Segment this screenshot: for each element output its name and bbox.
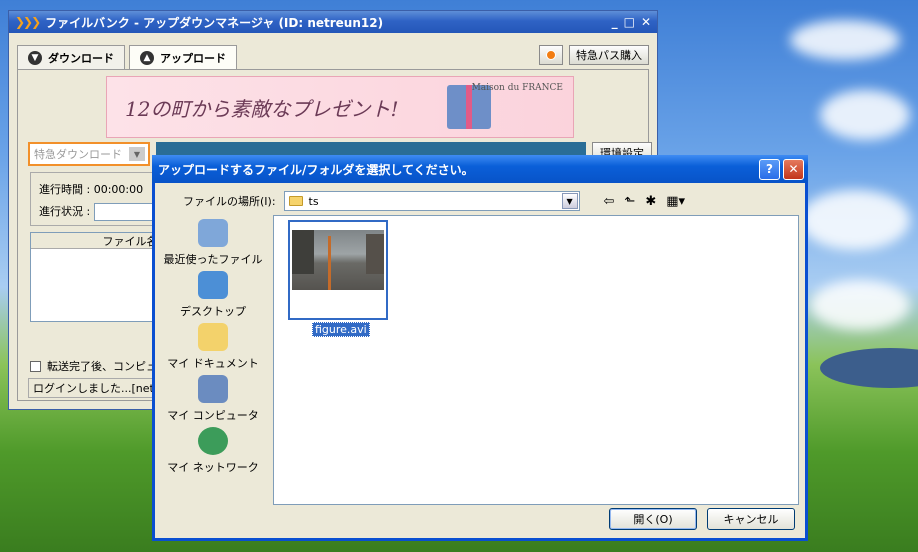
after-transfer-checkbox[interactable] <box>30 360 41 372</box>
file-name-label[interactable]: figure.avi <box>312 322 370 337</box>
ad-banner[interactable]: 12の町から素敵なプレゼント! Maison du FRANCE <box>106 76 574 138</box>
status-label: 進行状況 : <box>39 205 91 218</box>
up-folder-icon[interactable]: ⬑ <box>624 194 635 209</box>
place-network[interactable]: マイ ネットワーク <box>163 423 263 475</box>
location-label: ファイルの場所(I): <box>183 195 276 208</box>
tab-upload[interactable]: ▲ アップロード <box>129 45 237 69</box>
file-open-dialog: アップロードするファイル/フォルダを選択してください。 ? ✕ ファイルの場所(… <box>152 155 808 541</box>
banner-text: 12の町から素敵なプレゼント! <box>125 96 399 121</box>
place-computer[interactable]: マイ コンピュータ <box>163 371 263 423</box>
place-desktop-label: デスクトップ <box>180 305 246 318</box>
dialog-close-button[interactable]: ✕ <box>783 158 804 180</box>
recent-files-icon <box>198 219 228 247</box>
express-pass-button[interactable]: 特急パス購入 <box>569 45 649 65</box>
maximize-icon[interactable]: □ <box>624 15 635 29</box>
place-documents-label: マイ ドキュメント <box>167 357 259 370</box>
app-logo-icon: ❯❯❯ <box>15 15 41 29</box>
place-documents[interactable]: マイ ドキュメント <box>163 319 263 371</box>
after-transfer-label: 転送完了後、コンピュー <box>47 360 168 373</box>
cloud <box>810 280 910 330</box>
open-button[interactable]: 開く(O) <box>609 508 697 530</box>
distant-hill <box>820 348 918 388</box>
desktop-icon <box>198 271 228 299</box>
my-network-icon <box>198 427 228 455</box>
place-network-label: マイ ネットワーク <box>167 461 259 474</box>
orange-status-button[interactable] <box>539 45 563 65</box>
up-arrow-icon: ▲ <box>140 50 154 65</box>
dialog-title: アップロードするファイル/フォルダを選択してください。 <box>158 162 474 177</box>
back-icon[interactable]: ⇦ <box>604 194 615 209</box>
elapsed-label: 進行時間 : <box>39 183 91 196</box>
chevron-down-icon[interactable]: ▼ <box>129 147 145 161</box>
chevron-down-icon[interactable]: ▼ <box>561 193 578 209</box>
location-value: ts <box>308 194 319 208</box>
places-bar: 最近使ったファイル デスクトップ マイ ドキュメント マイ コンピュータ マイ … <box>163 215 263 505</box>
express-download-value: 特急ダウンロード <box>34 148 122 161</box>
dialog-titlebar[interactable]: アップロードするファイル/フォルダを選択してください。 ? ✕ <box>152 155 808 183</box>
down-arrow-icon: ▼ <box>28 50 42 65</box>
place-desktop[interactable]: デスクトップ <box>163 267 263 319</box>
cloud <box>820 90 910 140</box>
main-titlebar[interactable]: ❯❯❯ ファイルバンク - アップダウンマネージャ (ID: netreun12… <box>9 11 657 33</box>
express-download-select[interactable]: 特急ダウンロード ▼ <box>28 142 150 166</box>
main-window-title: ファイルバンク - アップダウンマネージャ (ID: netreun12) <box>45 15 384 30</box>
file-thumbnail[interactable] <box>288 220 388 320</box>
close-icon[interactable]: ✕ <box>641 15 651 29</box>
cloud <box>790 20 900 60</box>
cloud <box>800 190 910 250</box>
folder-icon <box>288 196 303 206</box>
view-menu-icon[interactable]: ▦▾ <box>666 194 685 209</box>
my-computer-icon <box>198 375 228 403</box>
help-button[interactable]: ? <box>759 158 780 180</box>
location-combo[interactable]: ts ▼ <box>283 191 580 211</box>
tab-download[interactable]: ▼ ダウンロード <box>17 45 125 69</box>
file-view[interactable]: figure.avi <box>273 215 799 505</box>
cancel-button[interactable]: キャンセル <box>707 508 795 530</box>
video-thumbnail-image <box>292 230 384 290</box>
status-dot-icon <box>546 50 556 60</box>
progress-bar <box>93 203 154 221</box>
tab-upload-label: アップロード <box>160 51 226 65</box>
new-folder-icon[interactable]: ✱ <box>645 194 656 209</box>
place-recent[interactable]: 最近使ったファイル <box>163 215 263 267</box>
minimize-icon[interactable]: _ <box>612 15 618 29</box>
banner-logo: Maison du FRANCE <box>471 83 563 93</box>
after-transfer-option[interactable]: 転送完了後、コンピュー <box>30 358 168 374</box>
tab-download-label: ダウンロード <box>48 51 114 65</box>
elapsed-value: 00:00:00 <box>93 183 144 196</box>
place-recent-label: 最近使ったファイル <box>163 253 263 266</box>
place-computer-label: マイ コンピュータ <box>167 409 259 422</box>
my-documents-icon <box>198 323 228 351</box>
location-row: ファイルの場所(I): ts ▼ ⇦ ⬑ ✱ ▦▾ <box>183 191 685 211</box>
